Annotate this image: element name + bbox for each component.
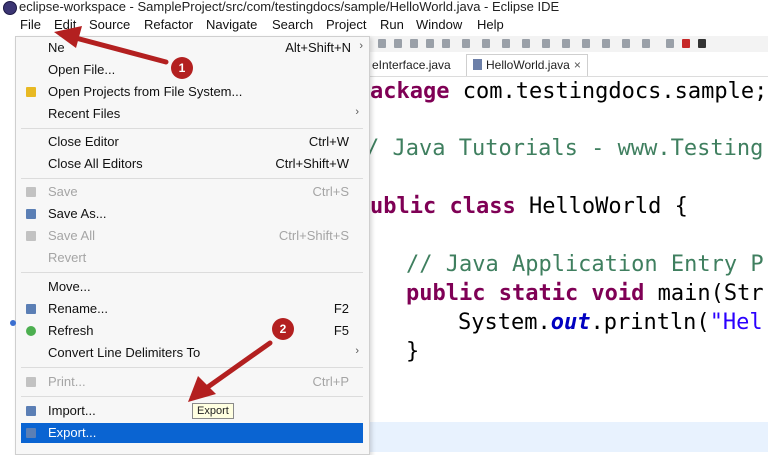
file-menu: Ne Alt+Shift+N › Open File... Open Proje… — [15, 36, 370, 455]
toolbar-button-icon[interactable] — [426, 39, 434, 48]
toolbar-button-icon[interactable] — [642, 39, 650, 48]
import-icon — [26, 406, 36, 416]
print-icon — [26, 377, 36, 387]
toolbar-button-icon[interactable] — [622, 39, 630, 48]
code-line: // Java Application Entry P — [406, 252, 764, 277]
menu-project[interactable]: Project — [324, 17, 368, 32]
export-tooltip: Export — [192, 403, 234, 419]
menu-source[interactable]: Source — [87, 17, 132, 32]
menu-separator — [21, 128, 363, 129]
menu-item-rename[interactable]: Rename... F2 — [16, 299, 369, 319]
rename-icon — [26, 304, 36, 314]
code-line: public static void main(Str — [406, 281, 764, 306]
toolbar-button-icon[interactable] — [698, 39, 706, 48]
folder-icon — [26, 87, 36, 97]
code-line: } — [406, 339, 420, 364]
save-icon — [26, 187, 36, 197]
eclipse-icon — [3, 1, 17, 15]
toolbar-button-icon[interactable] — [482, 39, 490, 48]
toolbar-button-icon[interactable] — [410, 39, 418, 48]
code-line: / Java Tutorials - www.Testing — [366, 136, 764, 161]
menu-edit[interactable]: Edit — [52, 17, 78, 32]
menu-item-print[interactable]: Print... Ctrl+P — [16, 372, 369, 392]
menu-separator — [21, 367, 363, 368]
annotation-badge-1: 1 — [171, 57, 193, 79]
toolbar-button-icon[interactable] — [442, 39, 450, 48]
toolbar-button-icon[interactable] — [582, 39, 590, 48]
current-line-highlight — [370, 422, 768, 452]
close-icon[interactable]: × — [574, 58, 581, 72]
toolbar-button-icon[interactable] — [682, 39, 690, 48]
chevron-right-icon: › — [359, 40, 363, 52]
code-line: ublic class HelloWorld { — [370, 194, 688, 219]
toolbar-button-icon[interactable] — [502, 39, 510, 48]
save-all-icon — [26, 231, 36, 241]
code-line: System.out.println("Hel — [458, 310, 763, 335]
menu-separator — [21, 178, 363, 179]
tab-helloworld[interactable]: HelloWorld.java × — [466, 54, 588, 76]
code-editor[interactable]: ackage com.testingdocs.sample; / Java Tu… — [366, 77, 768, 453]
menu-navigate[interactable]: Navigate — [204, 17, 259, 32]
toolbar-button-icon[interactable] — [462, 39, 470, 48]
menu-item-save[interactable]: Save Ctrl+S — [16, 182, 369, 202]
window-titlebar: eclipse-workspace - SampleProject/src/co… — [0, 0, 768, 16]
toolbar-button-icon[interactable] — [542, 39, 550, 48]
menu-separator — [21, 396, 363, 397]
menu-item-save-as[interactable]: Save As... — [16, 204, 369, 224]
main-toolbar — [370, 36, 768, 52]
toolbar-button-icon[interactable] — [562, 39, 570, 48]
refresh-icon — [26, 326, 36, 336]
menu-item-open-projects[interactable]: Open Projects from File System... — [16, 82, 369, 102]
toolbar-button-icon[interactable] — [522, 39, 530, 48]
window-title: eclipse-workspace - SampleProject/src/co… — [19, 0, 560, 14]
export-icon — [26, 428, 36, 438]
menu-search[interactable]: Search — [270, 17, 315, 32]
chevron-right-icon: › — [355, 106, 359, 118]
chevron-right-icon: › — [355, 345, 359, 357]
menu-help[interactable]: Help — [475, 17, 506, 32]
menu-window[interactable]: Window — [414, 17, 464, 32]
menu-item-refresh[interactable]: Refresh F5 — [16, 321, 369, 341]
toolbar-button-icon[interactable] — [394, 39, 402, 48]
editor-tabbar: eInterface.java HelloWorld.java × — [370, 54, 768, 77]
menubar: File Edit Source Refactor Navigate Searc… — [0, 16, 768, 36]
tab-interface[interactable]: eInterface.java — [372, 58, 451, 72]
save-as-icon — [26, 209, 36, 219]
menu-item-convert-line-delimiters[interactable]: Convert Line Delimiters To › — [16, 343, 369, 363]
toolbar-button-icon[interactable] — [602, 39, 610, 48]
menu-item-revert[interactable]: Revert — [16, 248, 369, 268]
java-file-icon — [473, 59, 482, 70]
toolbar-button-icon[interactable] — [666, 39, 674, 48]
marker-dot — [10, 320, 16, 326]
tab-label: HelloWorld.java — [486, 58, 570, 72]
menu-refactor[interactable]: Refactor — [142, 17, 195, 32]
menu-item-save-all[interactable]: Save All Ctrl+Shift+S — [16, 226, 369, 246]
menu-separator — [21, 272, 363, 273]
menu-item-new[interactable]: Ne Alt+Shift+N › — [16, 38, 369, 58]
menu-item-close-editor[interactable]: Close Editor Ctrl+W — [16, 132, 369, 152]
code-line: ackage com.testingdocs.sample; — [370, 79, 768, 104]
menu-item-export[interactable]: Export... — [21, 423, 363, 443]
toolbar-button-icon[interactable] — [378, 39, 386, 48]
annotation-badge-2: 2 — [272, 318, 294, 340]
menu-item-recent-files[interactable]: Recent Files › — [16, 104, 369, 124]
menu-item-move[interactable]: Move... — [16, 277, 369, 297]
menu-file[interactable]: File — [18, 17, 43, 32]
menu-run[interactable]: Run — [378, 17, 406, 32]
menu-item-close-all-editors[interactable]: Close All Editors Ctrl+Shift+W — [16, 154, 369, 174]
